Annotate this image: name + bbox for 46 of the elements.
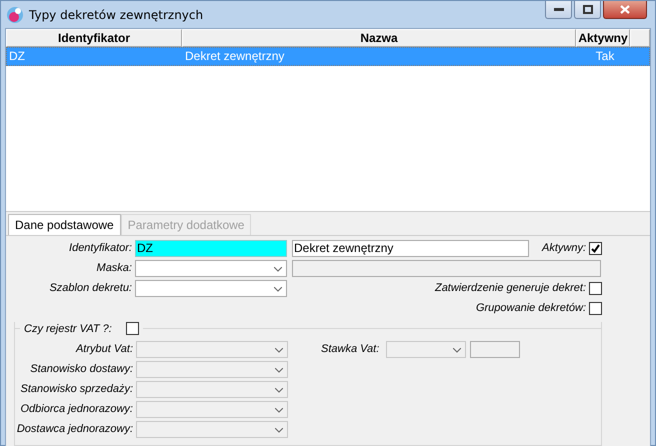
field-label: Stawka Vat: (321, 343, 380, 355)
window-title: Typy dekretów zewnętrznych (29, 8, 204, 22)
checkbox[interactable] (589, 282, 602, 294)
caret-icon (275, 408, 283, 412)
identifier-field[interactable]: DZ (135, 240, 287, 256)
field-label: Zatwierdzenie generuje dekret: (434, 282, 586, 294)
caret-icon (275, 388, 283, 392)
column-header[interactable]: Aktywny (576, 29, 630, 47)
name-field[interactable]: Dekret zewnętrzny (292, 240, 529, 256)
field-label: Stanowisko dostawy: (29, 363, 133, 375)
field-label: Szablon dekretu: (48, 282, 132, 294)
field-label: Odbiorca jednorazowy: (19, 403, 133, 415)
tab[interactable]: Dane podstawowe (8, 214, 121, 235)
group-label: Czy rejestr VAT ?: (24, 322, 112, 334)
field-label: Dostawca jednorazowy: (16, 423, 133, 435)
mask-description-field[interactable] (292, 260, 601, 276)
checkbox[interactable] (589, 242, 602, 254)
checkbox[interactable] (589, 302, 602, 314)
minimize-icon (554, 8, 564, 12)
caret-icon (274, 266, 282, 272)
field-label: Grupowanie dekretów: (476, 302, 586, 314)
maximize-button[interactable] (574, 1, 601, 19)
app-logo-icon (6, 6, 24, 24)
minimize-button[interactable] (545, 1, 572, 19)
dropdown-field[interactable] (135, 280, 287, 296)
field-label: Stanowisko sprzedaży: (20, 383, 133, 395)
column-header[interactable]: Nazwa (182, 29, 576, 47)
caret-icon (274, 286, 282, 292)
table-cell-text: Dekret zewnętrzny (184, 48, 286, 65)
caret-icon (453, 348, 462, 352)
caret-icon (275, 368, 283, 372)
rate-value-field[interactable] (470, 340, 520, 358)
field-label: Maska: (96, 262, 132, 274)
field-label: Aktywny: (542, 242, 586, 254)
table-cell-text: Tak (594, 48, 616, 65)
caret-icon (275, 428, 283, 432)
maximize-icon (582, 5, 592, 14)
table-cell-text: DZ (8, 48, 26, 65)
field-label: Identyfikator: (68, 242, 132, 254)
close-button[interactable] (603, 1, 647, 19)
column-header[interactable]: Identyfikator (6, 29, 182, 47)
dropdown-field[interactable] (135, 260, 287, 276)
close-icon (620, 5, 630, 14)
field-label: Atrybut Vat: (74, 343, 133, 355)
caret-icon (275, 348, 283, 352)
checkbox[interactable] (126, 322, 139, 335)
